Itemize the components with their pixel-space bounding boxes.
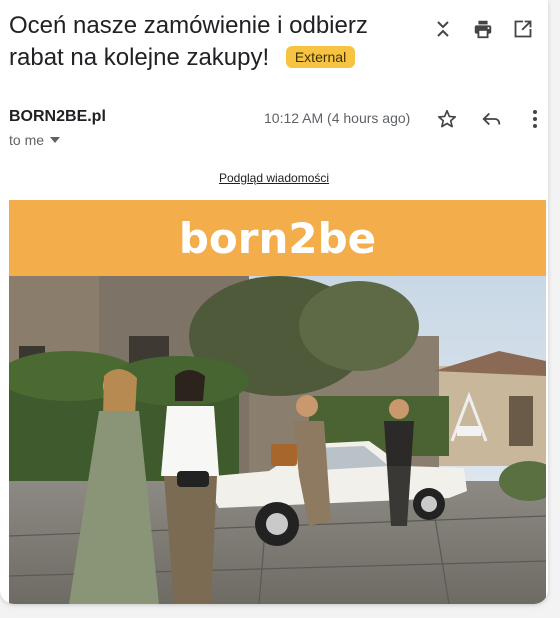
more-vertical-icon (533, 110, 537, 128)
thread-actions (428, 14, 548, 44)
caret-down-icon (50, 137, 61, 143)
hero-photo (9, 276, 546, 604)
brand-logo: born2be (178, 213, 377, 263)
recipient-details[interactable]: to me (9, 132, 61, 148)
open-new-window-button[interactable] (508, 14, 538, 44)
external-badge: External (285, 46, 356, 68)
print-button[interactable] (468, 14, 498, 44)
preview-link[interactable]: Podgląd wiadomości (0, 171, 548, 185)
collapse-icon (437, 21, 449, 37)
star-icon (437, 109, 457, 128)
recipient-label: to me (9, 132, 45, 148)
star-button[interactable] (432, 105, 462, 133)
reply-icon (482, 112, 501, 126)
sender-name[interactable]: BORN2BE.pl (9, 108, 106, 126)
timestamp: 10:12 AM (4 hours ago) (264, 110, 411, 126)
email-subject: Oceń nasze zamówienie i odbierz rabat na… (9, 10, 429, 74)
more-options-button[interactable] (522, 105, 548, 133)
open-in-new-window-icon (514, 20, 532, 38)
brand-banner[interactable]: born2be (9, 200, 546, 276)
hero-image[interactable] (9, 276, 546, 604)
print-icon (474, 20, 492, 39)
collapse-button[interactable] (428, 14, 458, 44)
reply-button[interactable] (477, 105, 507, 133)
email-card: Oceń nasze zamówienie i odbierz rabat na… (0, 0, 548, 604)
